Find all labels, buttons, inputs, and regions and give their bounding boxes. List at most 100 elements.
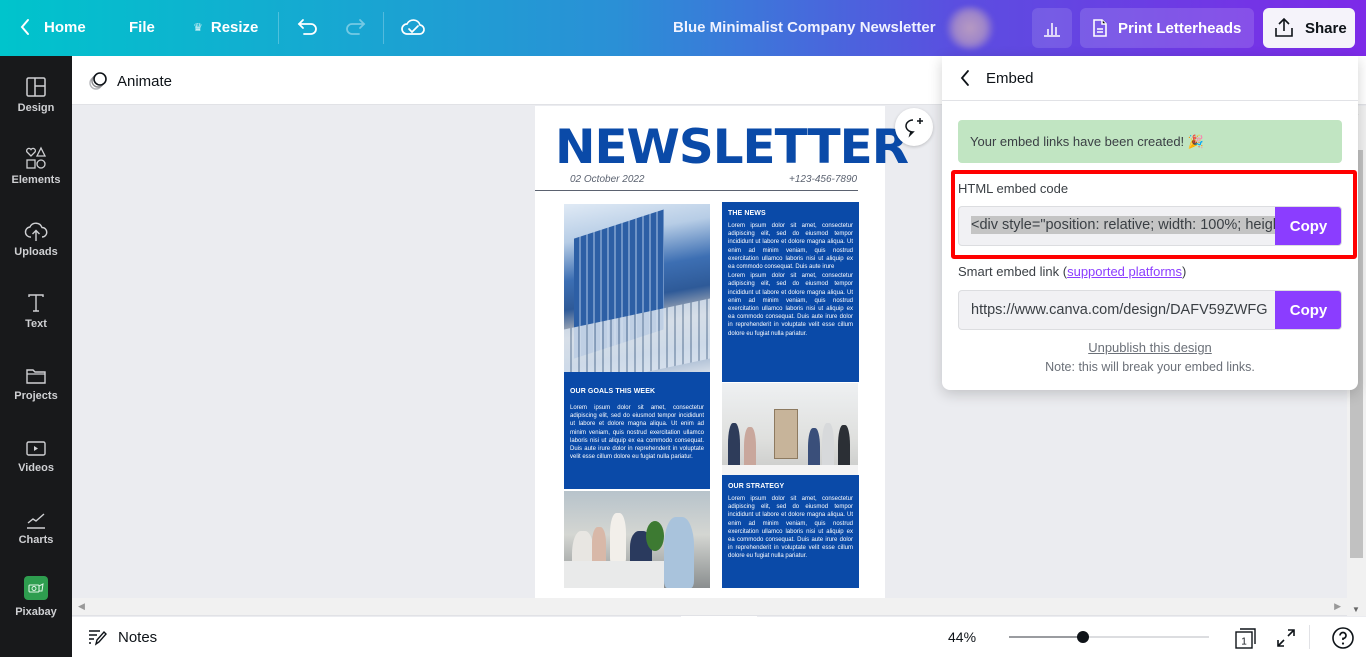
success-message: Your embed links have been created! 🎉	[970, 133, 1204, 149]
add-comment-button[interactable]	[895, 108, 933, 146]
redo-button[interactable]	[344, 16, 366, 43]
sidebar: Design Elements Uploads Text Projects Vi…	[0, 56, 72, 657]
smart-embed-field[interactable]: https://www.canva.com/design/DAFV59ZWFG …	[958, 290, 1342, 330]
notes-label: Notes	[118, 628, 158, 646]
insights-button[interactable]	[1032, 8, 1072, 48]
supported-platforms-link[interactable]: supported platforms	[1067, 264, 1182, 279]
file-label: File	[129, 19, 155, 36]
design-page[interactable]: NEWSLETTER 02 October 2022 +123-456-7890…	[535, 106, 909, 598]
sidebar-item-uploads[interactable]: Uploads	[0, 214, 72, 286]
divider	[383, 12, 384, 44]
animate-label: Animate	[117, 72, 173, 90]
smart-embed-label: Smart embed link (supported platforms)	[958, 264, 1186, 279]
share-label: Share	[1305, 19, 1347, 37]
sidebar-label: Text	[25, 318, 47, 330]
page-count-button[interactable]: 1	[1234, 626, 1258, 655]
sidebar-label: Charts	[18, 534, 54, 546]
sidebar-item-design[interactable]: Design	[0, 70, 72, 142]
file-menu-button[interactable]: File	[129, 19, 155, 36]
text-icon	[26, 286, 46, 314]
notes-button[interactable]: Notes	[88, 628, 157, 646]
scroll-right-icon[interactable]: ▶	[1334, 601, 1341, 612]
expand-icon	[1277, 629, 1295, 647]
html-embed-field[interactable]: <div style="position: relative; width: 1…	[958, 206, 1342, 246]
notes-icon	[89, 630, 107, 646]
strategy-block[interactable]: OUR STRATEGY Lorem ipsum dolor sit amet,…	[722, 475, 859, 588]
sidebar-item-charts[interactable]: Charts	[0, 502, 72, 574]
zoom-slider-handle[interactable]	[1077, 631, 1089, 643]
divider	[1309, 625, 1310, 649]
sidebar-item-pixabay[interactable]: Pixabay	[0, 572, 72, 644]
sidebar-label: Uploads	[14, 246, 58, 258]
comment-add-icon	[905, 118, 923, 138]
top-bar: Home File ♛ Resize Blue Minimalist Compa…	[0, 0, 1366, 56]
meeting-photo[interactable]	[564, 491, 710, 588]
unpublish-note: Note: this will break your embed links.	[1045, 360, 1255, 374]
goals-paragraph: Lorem ipsum dolor sit amet, consectetur …	[570, 405, 704, 461]
sidebar-item-elements[interactable]: Elements	[0, 142, 72, 214]
back-chevron-icon[interactable]	[960, 69, 970, 87]
chart-line-icon	[25, 502, 47, 530]
unpublish-link[interactable]: Unpublish this design	[942, 340, 1358, 355]
share-upload-icon	[1275, 17, 1293, 37]
zoom-level[interactable]: 44%	[948, 629, 976, 645]
fullscreen-button[interactable]	[1275, 627, 1297, 654]
print-label: Print Letterheads	[1118, 19, 1242, 37]
sidebar-label: Pixabay	[15, 606, 57, 618]
share-button[interactable]: Share	[1263, 8, 1355, 48]
smart-embed-value[interactable]: https://www.canva.com/design/DAFV59ZWFG	[971, 302, 1276, 318]
html-embed-label: HTML embed code	[958, 181, 1069, 196]
sidebar-item-text[interactable]: Text	[0, 286, 72, 358]
home-label: Home	[44, 18, 86, 36]
undo-icon	[297, 19, 317, 35]
copy-html-button[interactable]: Copy	[1275, 207, 1341, 245]
bottom-bar: Notes 44% 1	[72, 617, 1366, 657]
success-banner: Your embed links have been created! 🎉	[958, 120, 1342, 163]
news-paragraph: Lorem ipsum dolor sit amet, consectetur …	[728, 223, 853, 271]
building-photo[interactable]	[564, 204, 710, 372]
embed-header: Embed	[942, 56, 1358, 101]
chevron-left-icon	[20, 19, 29, 35]
horizontal-scrollbar[interactable]: ◀ ▶	[72, 598, 1347, 616]
office-team-photo[interactable]	[722, 383, 858, 475]
layout-icon	[25, 70, 47, 98]
sidebar-item-projects[interactable]: Projects	[0, 358, 72, 430]
avatar[interactable]	[945, 6, 995, 50]
home-button[interactable]: Home	[20, 18, 86, 36]
html-embed-value[interactable]: <div style="position: relative; width: 1…	[971, 216, 1276, 234]
embed-panel: Embed Your embed links have been created…	[942, 56, 1358, 390]
cloud-upload-icon	[24, 214, 48, 242]
newsletter-title[interactable]: NEWSLETTER	[555, 120, 909, 175]
smart-label-suffix: )	[1182, 264, 1187, 279]
help-button[interactable]	[1331, 626, 1355, 655]
animate-button[interactable]: Animate	[87, 70, 172, 92]
folder-icon	[25, 358, 47, 386]
sidebar-label: Projects	[14, 390, 58, 402]
zoom-slider[interactable]	[1009, 631, 1209, 643]
shapes-icon	[24, 142, 48, 170]
embed-title: Embed	[986, 69, 1034, 87]
cloud-check-icon	[401, 19, 425, 35]
page-count: 1	[1241, 637, 1247, 648]
news-heading: THE NEWS	[728, 210, 766, 217]
save-status-button[interactable]	[400, 16, 426, 43]
smart-label-prefix: Smart embed link (	[958, 264, 1068, 279]
news-block[interactable]: THE NEWS Lorem ipsum dolor sit amet, con…	[722, 202, 859, 382]
scroll-down-icon[interactable]: ▼	[1352, 605, 1360, 614]
resize-button[interactable]: ♛ Resize	[193, 19, 258, 36]
strategy-heading: OUR STRATEGY	[728, 483, 785, 490]
document-icon	[1093, 19, 1107, 37]
sidebar-item-videos[interactable]: Videos	[0, 430, 72, 502]
redo-icon	[346, 19, 366, 35]
copy-smart-link-button[interactable]: Copy	[1275, 291, 1341, 329]
pages-icon: 1	[1235, 628, 1256, 649]
sidebar-label: Videos	[18, 462, 54, 474]
document-title[interactable]: Blue Minimalist Company Newsletter	[673, 19, 936, 36]
undo-button[interactable]	[297, 16, 319, 43]
scroll-left-icon[interactable]: ◀	[78, 601, 85, 612]
bar-chart-icon	[1044, 23, 1060, 37]
goals-block[interactable]: OUR GOALS THIS WEEK Lorem ipsum dolor si…	[564, 372, 710, 489]
newsletter-date[interactable]: 02 October 2022	[570, 174, 645, 185]
print-letterheads-button[interactable]: Print Letterheads	[1080, 8, 1254, 48]
newsletter-phone[interactable]: +123-456-7890	[789, 174, 857, 185]
